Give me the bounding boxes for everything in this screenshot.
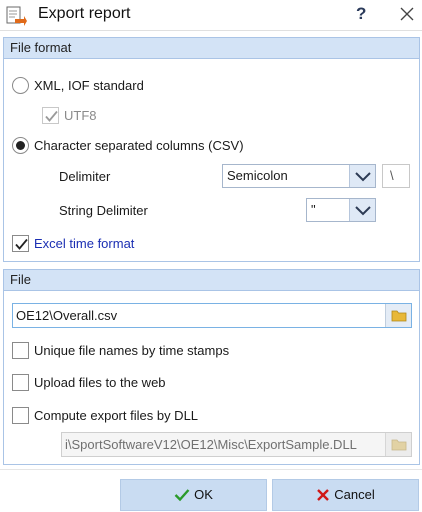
excel-time-checkbox[interactable] [12,235,29,252]
delimiter-value: Semicolon [227,168,288,183]
report-export-icon [5,5,27,27]
close-icon [400,7,414,21]
utf8-checkbox[interactable] [42,107,59,124]
ok-check-icon [174,489,190,502]
file-format-panel: XML, IOF standard UTF8 Character separat… [3,59,420,262]
upload-web-checkbox[interactable] [12,374,29,391]
utf8-label: UTF8 [64,108,97,123]
chevron-down-icon[interactable] [349,165,375,187]
file-path-input[interactable]: OE12\Overall.csv [12,303,412,328]
title-bar: Export report ? [0,0,422,31]
radio-selected-dot [16,141,25,150]
help-button[interactable]: ? [356,4,366,24]
compute-dll-label: Compute export files by DLL [34,408,199,423]
string-delimiter-label: String Delimiter [59,203,148,218]
csv-radio[interactable] [12,137,29,154]
string-delimiter-value: " [311,202,316,217]
delimiter-char-field[interactable]: \ [382,164,410,188]
window-title: Export report [38,5,131,22]
xml-label: XML, IOF standard [34,78,144,93]
compute-dll-checkbox[interactable] [12,407,29,424]
file-panel: OE12\Overall.csv Unique file names by ti… [3,291,420,465]
dialog-footer: OK Cancel [0,469,422,512]
check-icon [45,110,58,122]
browse-folder-button[interactable] [385,304,411,327]
xml-radio[interactable] [12,77,29,94]
browse-dll-button[interactable] [385,433,411,456]
delimiter-label: Delimiter [59,169,111,184]
file-header: File [3,269,420,291]
folder-icon [391,439,407,451]
unique-names-label: Unique file names by time stamps [34,343,230,358]
chevron-down-icon[interactable] [349,199,375,221]
cancel-button[interactable]: Cancel [272,479,419,511]
delimiter-select[interactable]: Semicolon [222,164,376,188]
file-format-header: File format [3,37,420,59]
cancel-x-icon [317,489,330,501]
cancel-label: Cancel [334,487,375,502]
close-button[interactable] [397,4,417,24]
dll-path-value: i\SportSoftwareV12\OE12\Misc\ExportSampl… [65,437,357,452]
string-delimiter-select[interactable]: " [306,198,376,222]
ok-label: OK [194,487,213,502]
check-icon [15,238,28,250]
excel-time-label: Excel time format [34,236,135,251]
folder-icon [391,310,407,322]
upload-web-label: Upload files to the web [34,375,166,390]
ok-button[interactable]: OK [120,479,267,511]
dll-path-input[interactable]: i\SportSoftwareV12\OE12\Misc\ExportSampl… [61,432,412,457]
file-path-value: OE12\Overall.csv [16,308,118,323]
unique-names-checkbox[interactable] [12,342,29,359]
csv-label: Character separated columns (CSV) [34,138,244,153]
